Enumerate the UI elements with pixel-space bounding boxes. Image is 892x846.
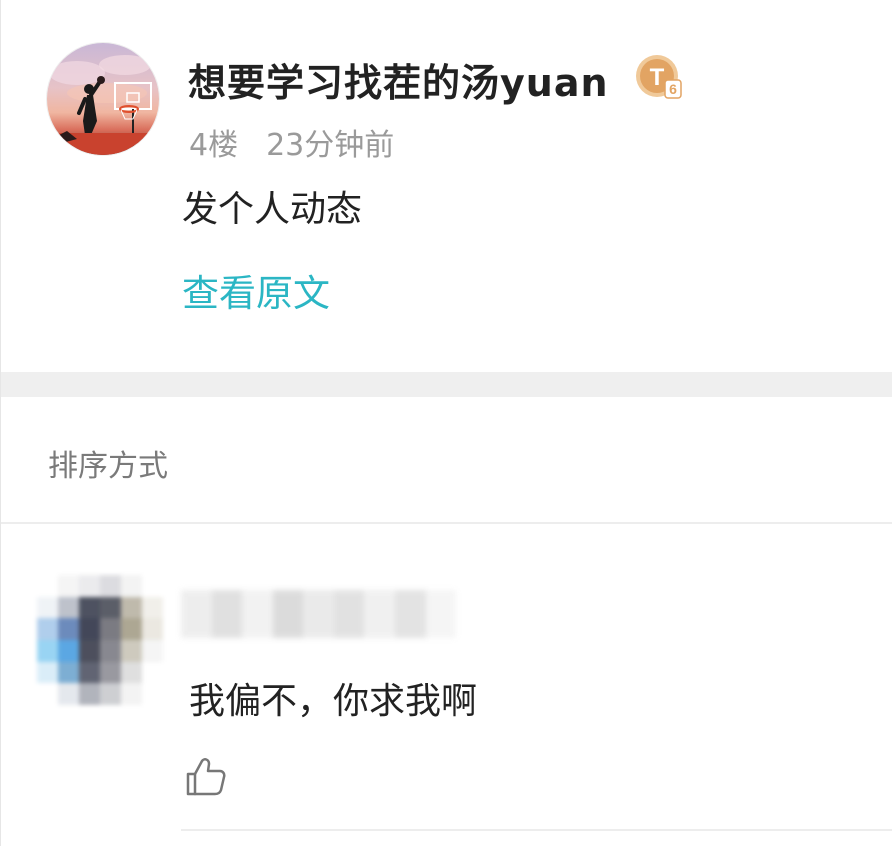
quoted-post: 想要学习找茬的汤yuan T 6 4楼 23分钟前 发个人动态 查看原文 <box>1 0 892 372</box>
divider <box>1 522 892 524</box>
view-original-link[interactable]: 查看原文 <box>182 263 330 317</box>
commenter-name-blurred[interactable] <box>181 590 457 638</box>
level-badge-letter: T <box>650 64 665 91</box>
section-separator <box>1 372 892 397</box>
author-avatar[interactable] <box>47 43 159 155</box>
comment-detail-page: 想要学习找茬的汤yuan T 6 4楼 23分钟前 发个人动态 查看原文 排序方式… <box>0 0 892 846</box>
level-badge-icon: T 6 <box>636 55 682 99</box>
comment-text: 我偏不，你求我啊 <box>189 681 478 722</box>
level-badge-number: 6 <box>669 81 677 97</box>
post-time: 23分钟前 <box>266 128 395 163</box>
comment-divider <box>181 829 892 831</box>
post-meta: 4楼 23分钟前 <box>189 120 394 164</box>
sort-order-button[interactable]: 排序方式 <box>48 441 168 485</box>
thumbs-up-icon[interactable] <box>185 757 227 797</box>
floor-number: 4楼 <box>189 128 239 163</box>
commenter-avatar-blurred[interactable] <box>37 575 163 705</box>
author-username[interactable]: 想要学习找茬的汤yuan <box>188 52 609 107</box>
post-content: 发个人动态 <box>182 189 363 230</box>
avatar-basketball-image <box>47 55 159 155</box>
